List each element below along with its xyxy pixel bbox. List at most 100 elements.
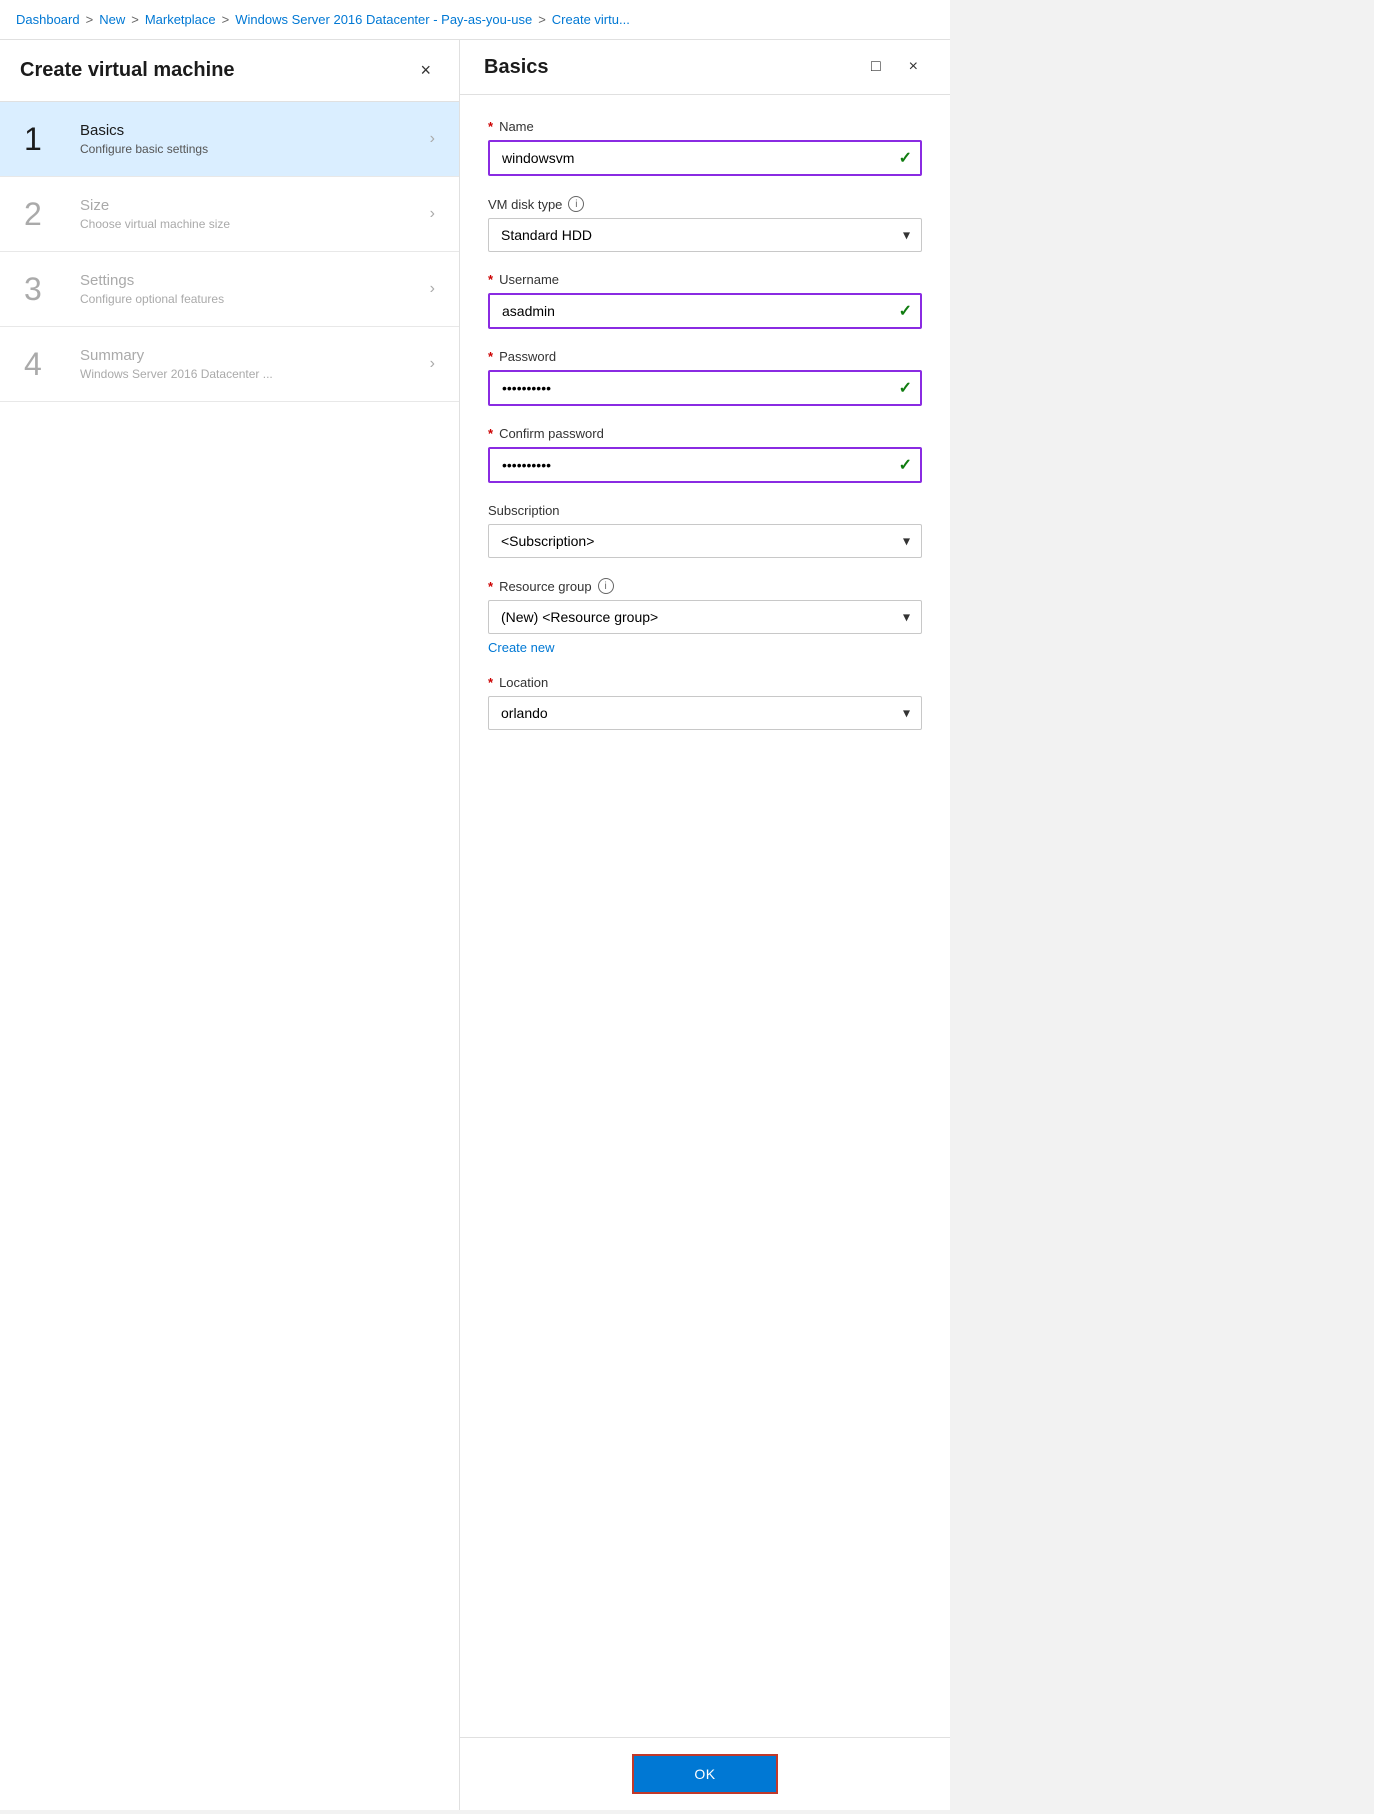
location-select-wrapper: orlando [488, 696, 922, 730]
step-2-item[interactable]: 2 Size Choose virtual machine size › [0, 177, 459, 252]
vm-disk-type-select-wrapper: Standard HDD Standard SSD Premium SSD [488, 218, 922, 252]
step-2-desc: Choose virtual machine size [80, 217, 430, 231]
password-label: * Password [488, 349, 922, 364]
subscription-select-wrapper: <Subscription> [488, 524, 922, 558]
right-panel-close-button[interactable]: × [901, 54, 926, 80]
step-3-content: Settings Configure optional features [80, 272, 430, 306]
left-panel-title: Create virtual machine [20, 59, 235, 82]
username-form-group: * Username ✓ [488, 272, 922, 329]
vm-disk-type-form-group: VM disk type i Standard HDD Standard SSD… [488, 196, 922, 252]
form-area: * Name ✓ VM disk type i Standard HDD S [460, 95, 950, 1737]
confirm-password-label-text: Confirm password [499, 426, 604, 441]
resource-group-info-icon[interactable]: i [598, 578, 614, 594]
password-form-group: * Password ✓ [488, 349, 922, 406]
location-select[interactable]: orlando [488, 696, 922, 730]
resource-group-label-text: Resource group [499, 579, 592, 594]
right-panel-header: Basics □ × [460, 40, 950, 95]
right-panel: Basics □ × * Name ✓ VM dis [460, 40, 950, 1810]
location-required-star: * [488, 675, 493, 690]
subscription-label: Subscription [488, 503, 922, 518]
name-input-wrapper: ✓ [488, 140, 922, 176]
step-3-chevron-icon: › [430, 280, 435, 298]
vm-disk-type-label: VM disk type i [488, 196, 922, 212]
breadcrumb: Dashboard > New > Marketplace > Windows … [0, 0, 950, 40]
subscription-form-group: Subscription <Subscription> [488, 503, 922, 558]
resource-group-form-group: * Resource group i (New) <Resource group… [488, 578, 922, 655]
step-4-title: Summary [80, 347, 430, 364]
left-panel-header: Create virtual machine × [0, 40, 459, 102]
username-required-star: * [488, 272, 493, 287]
confirm-password-input[interactable] [488, 447, 922, 483]
main-container: Create virtual machine × 1 Basics Config… [0, 40, 950, 1810]
step-4-content: Summary Windows Server 2016 Datacenter .… [80, 347, 430, 381]
step-1-title: Basics [80, 122, 430, 139]
step-3-item[interactable]: 3 Settings Configure optional features › [0, 252, 459, 327]
right-panel-title: Basics [484, 56, 549, 79]
breadcrumb-dashboard[interactable]: Dashboard [16, 12, 80, 27]
resource-group-required-star: * [488, 579, 493, 594]
maximize-button[interactable]: □ [863, 54, 889, 80]
vm-disk-type-info-icon[interactable]: i [568, 196, 584, 212]
password-required-star: * [488, 349, 493, 364]
step-4-number: 4 [24, 348, 64, 380]
confirm-password-check-icon: ✓ [899, 455, 912, 475]
confirm-password-label: * Confirm password [488, 426, 922, 441]
confirm-password-input-wrapper: ✓ [488, 447, 922, 483]
step-1-chevron-icon: › [430, 130, 435, 148]
breadcrumb-product[interactable]: Windows Server 2016 Datacenter - Pay-as-… [235, 12, 532, 27]
resource-group-select[interactable]: (New) <Resource group> [488, 600, 922, 634]
username-check-icon: ✓ [899, 301, 912, 321]
vm-disk-type-select[interactable]: Standard HDD Standard SSD Premium SSD [488, 218, 922, 252]
step-4-desc: Windows Server 2016 Datacenter ... [80, 367, 430, 381]
password-check-icon: ✓ [899, 378, 912, 398]
left-panel: Create virtual machine × 1 Basics Config… [0, 40, 460, 1810]
breadcrumb-sep-3: > [222, 12, 230, 27]
step-2-chevron-icon: › [430, 205, 435, 223]
name-required-star: * [488, 119, 493, 134]
username-input-wrapper: ✓ [488, 293, 922, 329]
name-label: * Name [488, 119, 922, 134]
breadcrumb-sep-1: > [86, 12, 94, 27]
steps-list: 1 Basics Configure basic settings › 2 Si… [0, 102, 459, 1810]
breadcrumb-current[interactable]: Create virtu... [552, 12, 630, 27]
username-label: * Username [488, 272, 922, 287]
subscription-label-text: Subscription [488, 503, 560, 518]
name-label-text: Name [499, 119, 534, 134]
username-label-text: Username [499, 272, 559, 287]
password-input-wrapper: ✓ [488, 370, 922, 406]
resource-group-label: * Resource group i [488, 578, 922, 594]
step-2-content: Size Choose virtual machine size [80, 197, 430, 231]
breadcrumb-marketplace[interactable]: Marketplace [145, 12, 216, 27]
subscription-select[interactable]: <Subscription> [488, 524, 922, 558]
step-3-number: 3 [24, 273, 64, 305]
ok-button[interactable]: OK [632, 1754, 777, 1794]
resource-group-select-wrapper: (New) <Resource group> [488, 600, 922, 634]
step-2-number: 2 [24, 198, 64, 230]
left-panel-close-button[interactable]: × [412, 56, 439, 85]
location-form-group: * Location orlando [488, 675, 922, 730]
right-panel-footer: OK [460, 1737, 950, 1810]
name-input[interactable] [488, 140, 922, 176]
step-4-item[interactable]: 4 Summary Windows Server 2016 Datacenter… [0, 327, 459, 402]
step-1-item[interactable]: 1 Basics Configure basic settings › [0, 102, 459, 177]
panel-actions: □ × [863, 54, 926, 80]
location-label: * Location [488, 675, 922, 690]
location-label-text: Location [499, 675, 548, 690]
breadcrumb-sep-2: > [131, 12, 139, 27]
breadcrumb-new[interactable]: New [99, 12, 125, 27]
password-label-text: Password [499, 349, 556, 364]
step-1-number: 1 [24, 123, 64, 155]
username-input[interactable] [488, 293, 922, 329]
confirm-password-required-star: * [488, 426, 493, 441]
create-new-link[interactable]: Create new [488, 640, 554, 655]
breadcrumb-sep-4: > [538, 12, 546, 27]
name-form-group: * Name ✓ [488, 119, 922, 176]
confirm-password-form-group: * Confirm password ✓ [488, 426, 922, 483]
password-input[interactable] [488, 370, 922, 406]
step-3-desc: Configure optional features [80, 292, 430, 306]
step-1-desc: Configure basic settings [80, 142, 430, 156]
step-2-title: Size [80, 197, 430, 214]
step-3-title: Settings [80, 272, 430, 289]
name-check-icon: ✓ [899, 148, 912, 168]
vm-disk-type-label-text: VM disk type [488, 197, 562, 212]
